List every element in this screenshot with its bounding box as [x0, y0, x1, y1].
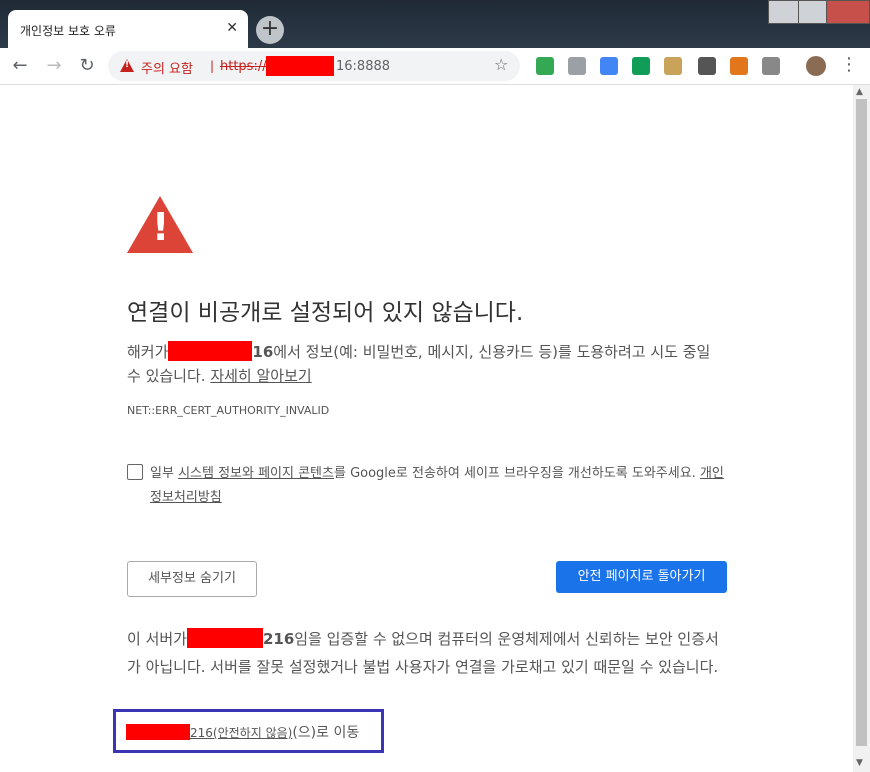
toolbar: ← → ↻ 주의 요함 | https:// 16:8888 ☆ ⋮ — [0, 48, 870, 85]
metamask-fox-icon[interactable] — [730, 57, 748, 75]
cloud-drive-icon[interactable] — [568, 57, 586, 75]
tab-privacy-error[interactable]: 개인정보 보호 오류 ✕ — [8, 10, 248, 48]
proceed-unsafe-link[interactable]: (안전하지 않음) — [213, 726, 292, 740]
scroll-down-icon[interactable]: ▼ — [856, 758, 863, 768]
eyedropper-icon[interactable] — [698, 57, 716, 75]
back-to-safety-button[interactable]: 안전 페이지로 돌아가기 — [556, 561, 727, 593]
redacted-host — [186, 628, 263, 648]
profile-avatar[interactable] — [806, 56, 826, 76]
new-tab-button[interactable]: + — [256, 16, 284, 44]
bookmark-star-icon[interactable]: ☆ — [494, 55, 508, 74]
details-host-suffix: 216 — [262, 630, 295, 648]
scrollbar-thumb[interactable] — [856, 99, 867, 746]
brush-icon[interactable] — [762, 57, 780, 75]
security-label[interactable]: 주의 요함 — [141, 58, 193, 77]
image-icon[interactable] — [664, 57, 682, 75]
window-close-button[interactable] — [826, 0, 870, 24]
crop-icon[interactable] — [632, 57, 650, 75]
vertical-scrollbar[interactable]: ▲ ▼ — [853, 85, 870, 772]
intro-paragraph: 해커가 16에서 정보(예: 비밀번호, 메시지, 신용카드 등)를 도용하려고 … — [127, 340, 727, 388]
report-prefix: 일부 — [150, 466, 179, 481]
proceed-host-suffix[interactable]: 216 — [190, 726, 213, 740]
separator: | — [210, 59, 215, 73]
back-arrow-icon[interactable]: ← — [8, 54, 32, 78]
google-drive-icon[interactable] — [536, 57, 554, 75]
menu-icon[interactable]: ⋮ — [840, 54, 858, 75]
minimize-button[interactable] — [768, 0, 800, 24]
proceed-suffix: (으)로 이동 — [292, 725, 360, 741]
hide-details-button[interactable]: 세부정보 숨기기 — [127, 561, 257, 597]
address-bar[interactable]: 주의 요함 | https:// 16:8888 ☆ — [108, 51, 520, 81]
error-code: NET::ERR_CERT_AUTHORITY_INVALID — [127, 404, 330, 417]
system-info-link[interactable]: 시스템 정보와 페이지 콘텐츠 — [178, 466, 334, 481]
intro-host-suffix: 16 — [252, 343, 274, 361]
learn-more-link[interactable]: 자세히 알아보기 — [210, 367, 311, 385]
tab-title: 개인정보 보호 오류 — [20, 24, 116, 38]
report-body: 를 Google로 전송하여 세이프 브라우징을 개선하도록 도와주세요. — [333, 466, 700, 481]
redacted-host — [168, 341, 253, 361]
warning-exclamation: ! — [152, 205, 170, 249]
maximize-button[interactable] — [798, 0, 828, 24]
close-icon[interactable]: ✕ — [226, 20, 238, 36]
url-rest: 16:8888 — [336, 59, 391, 74]
redacted-host — [126, 724, 190, 740]
redacted-host — [266, 56, 334, 76]
warning-icon — [120, 59, 134, 72]
details-paragraph: 이 서버가 216임을 입증할 수 없으며 컴퓨터의 운영체제에서 신뢰하는 보안… — [127, 625, 727, 681]
report-text: 일부 시스템 정보와 페이지 콘텐츠를 Google로 전송하여 세이프 브라우… — [150, 462, 727, 510]
title-bar: 개인정보 보호 오류 ✕ + — [0, 0, 870, 48]
proceed-link[interactable]: 216(안전하지 않음)(으)로 이동 — [126, 722, 359, 742]
proceed-highlight: 216(안전하지 않음)(으)로 이동 — [113, 709, 384, 753]
reload-icon[interactable]: ↻ — [75, 54, 99, 78]
forward-arrow-icon[interactable]: → — [42, 54, 66, 78]
google-translate-icon[interactable] — [600, 57, 618, 75]
details-prefix: 이 서버가 — [127, 630, 187, 648]
page-title: 연결이 비공개로 설정되어 있지 않습니다. — [127, 300, 524, 326]
report-checkbox[interactable] — [127, 464, 143, 480]
scroll-up-icon[interactable]: ▲ — [856, 87, 863, 97]
url-scheme: https:// — [220, 59, 267, 74]
intro-prefix: 해커가 — [127, 343, 169, 361]
